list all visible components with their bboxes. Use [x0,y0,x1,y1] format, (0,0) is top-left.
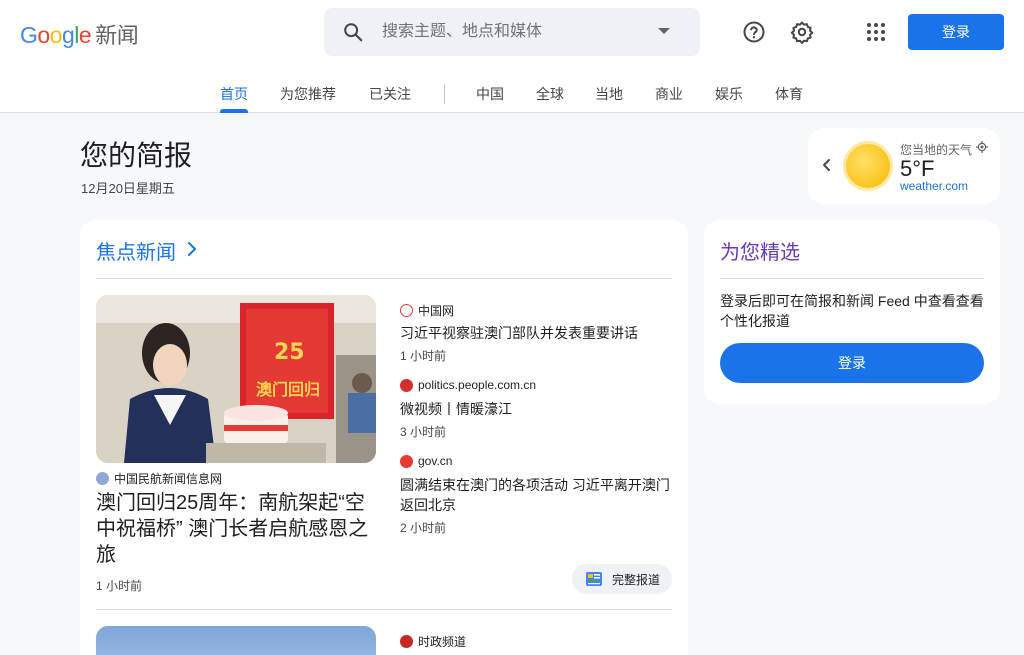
tab-home[interactable]: 首页 [220,84,248,113]
svg-text:25: 25 [274,340,305,365]
source-logo-icon [400,304,413,317]
picks-title: 为您精选 [720,242,800,264]
article-time: 3 小时前 [400,425,447,439]
source-logo-icon [400,635,413,648]
picks-for-you-card: 为您精选 登录后即可在简报和新闻 Feed 中查看查看个性化报道 登录 [704,220,1000,404]
help-icon [743,21,765,43]
tab-world[interactable]: 全球 [536,84,564,113]
help-button[interactable] [740,18,768,46]
tab-following[interactable]: 已关注 [369,84,411,113]
source-logo-icon [400,454,413,468]
login-button[interactable]: 登录 [908,14,1004,50]
chevron-left-icon[interactable] [820,158,834,172]
search-options-dropdown-icon[interactable] [658,28,670,34]
location-target-icon[interactable] [976,141,988,153]
picks-divider [720,278,984,279]
picks-login-button[interactable]: 登录 [720,343,984,383]
settings-button[interactable] [788,18,816,46]
hero-source[interactable]: 中国民航新闻信息网 [96,470,222,487]
tab-business[interactable]: 商业 [655,84,683,113]
weather-widget[interactable]: 您当地的天气 5°F weather.com [808,128,1000,204]
hero-time: 1 小时前 [96,579,143,593]
apps-button[interactable] [862,18,890,46]
article-headline[interactable]: 圆满结束在澳门的各项活动 习近平离开澳门返回北京 [400,475,672,515]
story-divider [96,609,672,610]
search-icon[interactable] [342,21,364,43]
top-stories-title[interactable]: 焦点新闻 [96,236,176,265]
top-header: Google新闻 登录 首页 为您 [0,0,1024,113]
google-news-logo[interactable]: Google 新闻 [20,18,139,50]
search-input[interactable] [382,20,642,44]
article-time: 2 小时前 [400,521,447,535]
tab-for-you[interactable]: 为您推荐 [280,84,336,113]
article-source[interactable]: politics.people.com.cn [400,378,536,392]
hero-headline[interactable]: 澳门回归25周年：南航架起“空中祝福桥” 澳门长者启航感恩之旅 [96,490,378,568]
sunny-weather-icon [846,144,890,188]
weather-source-link[interactable]: weather.com [900,179,968,193]
tab-local[interactable]: 当地 [595,84,623,113]
svg-text:澳门回归: 澳门回归 [256,380,320,399]
gear-icon [790,21,814,44]
article-headline[interactable]: 习近平视察驻澳门部队并发表重要讲话 [400,323,672,343]
tab-entertainment[interactable]: 娱乐 [715,84,743,113]
logo-news-label: 新闻 [95,23,139,48]
section-tabs: 首页 为您推荐 已关注 中国 全球 当地 商业 娱乐 体育 [0,84,1024,113]
tab-divider [444,84,445,104]
briefing-date: 12月20日星期五 [81,181,175,196]
article-source[interactable]: gov.cn [400,454,452,468]
source-logo-icon [400,378,413,392]
chevron-right-icon[interactable] [184,240,200,258]
article-time: 1 小时前 [400,349,447,363]
article-headline[interactable]: 微视频丨情暖濠江 [400,399,672,419]
section-divider [96,278,672,279]
full-coverage-icon [586,572,602,586]
hero-photo: 25 澳门回归 [96,295,376,463]
source-logo-icon [96,472,109,485]
search-bar[interactable] [324,8,700,56]
picks-description: 登录后即可在简报和新闻 Feed 中查看查看个性化报道 [720,293,984,329]
article-source[interactable]: 中国网 [400,302,454,319]
tab-sports[interactable]: 体育 [775,84,803,113]
article-source[interactable]: 时政频道 [400,633,466,650]
full-coverage-button[interactable]: 完整报道 [572,564,672,594]
hero-article-image[interactable]: 25 澳门回归 [96,295,376,463]
next-article-image[interactable] [96,626,376,655]
tab-china[interactable]: 中国 [476,84,504,113]
top-stories-card: 焦点新闻 25 澳门回归 中国民航新闻信息网 澳门回归25周年：南航架起“空中祝… [80,220,688,655]
page-title: 您的简报 [80,140,193,171]
apps-grid-icon [867,23,885,41]
